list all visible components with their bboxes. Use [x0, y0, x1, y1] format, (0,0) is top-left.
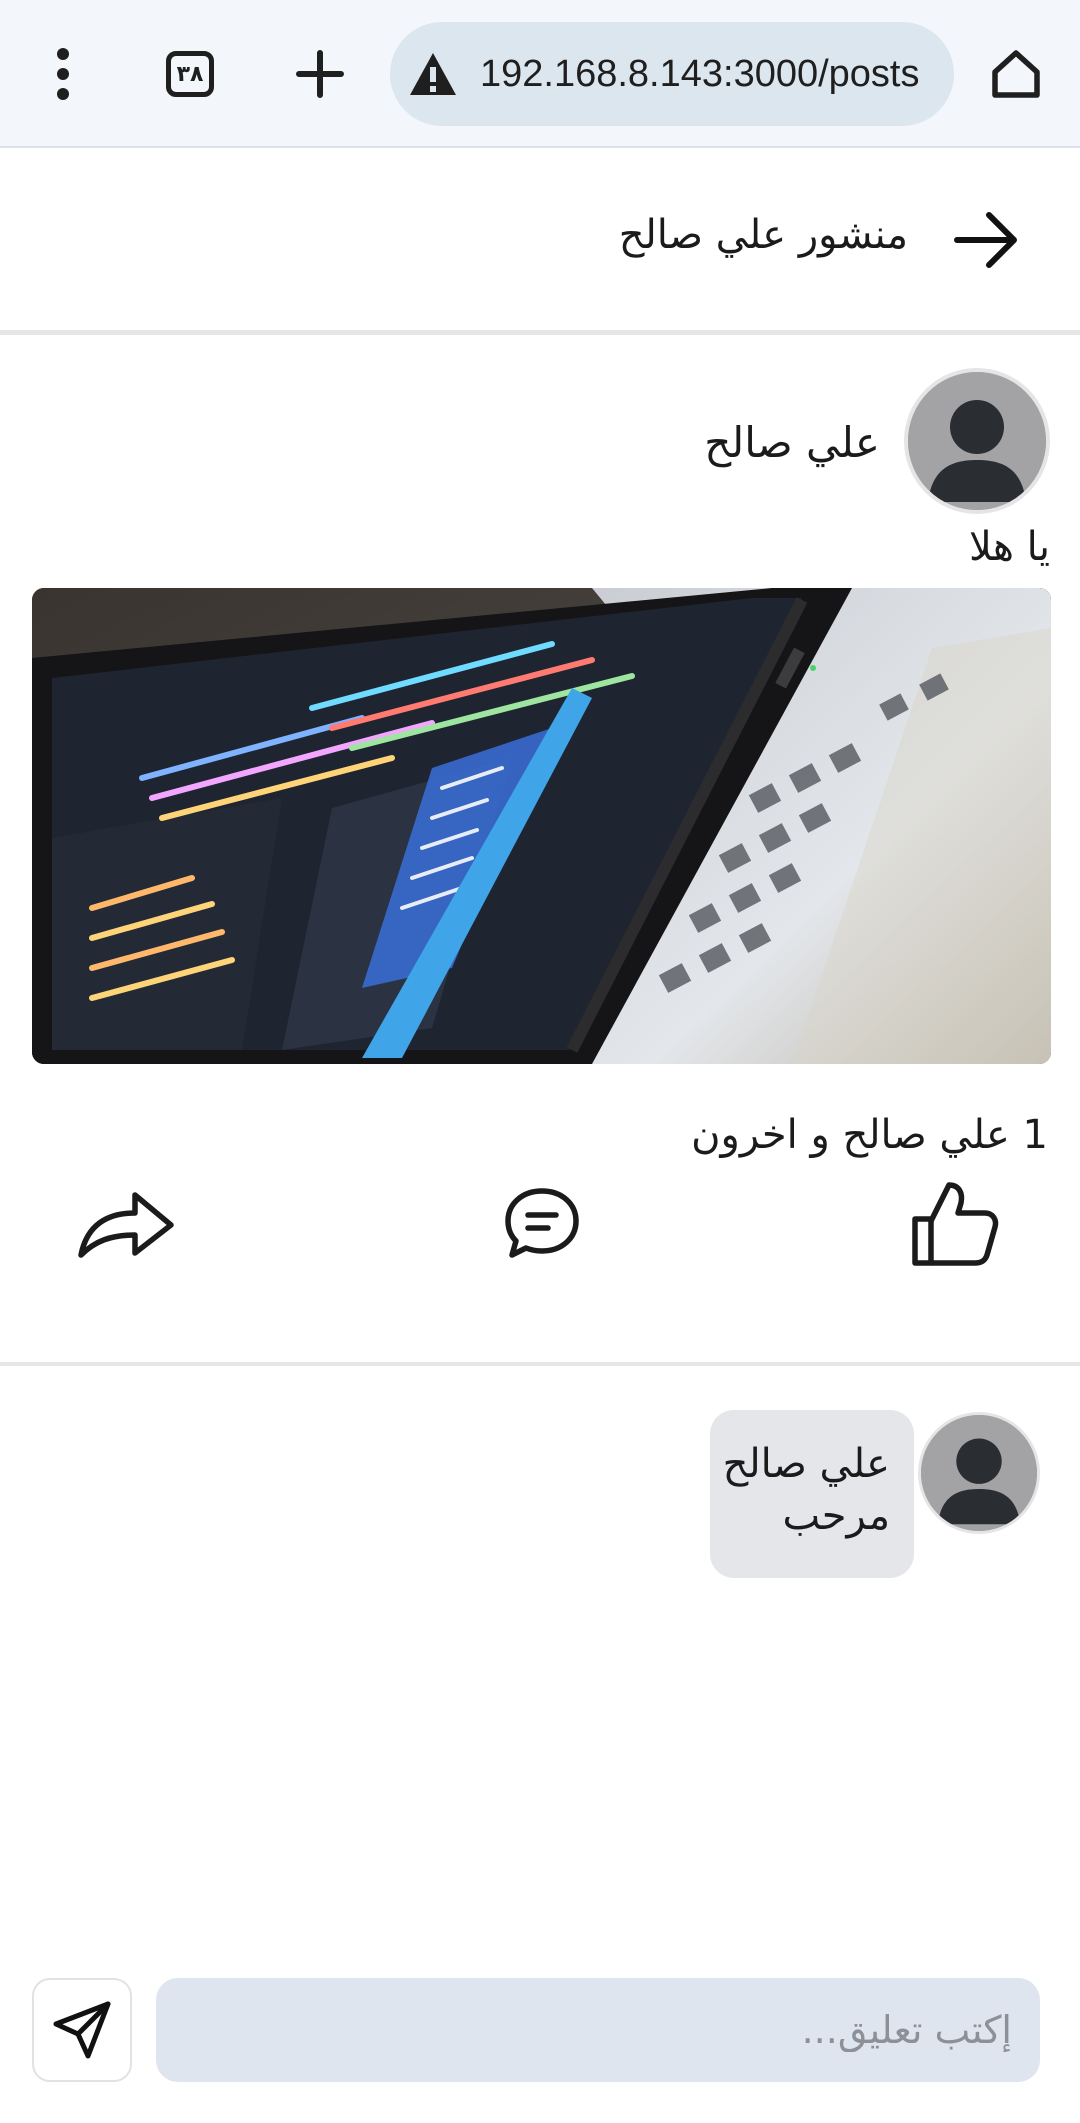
new-tab-button[interactable] — [280, 30, 360, 118]
share-button[interactable] — [72, 1168, 182, 1278]
share-icon — [78, 1192, 174, 1258]
page-header: منشور علي صالح — [0, 150, 1080, 330]
laptop-photo — [32, 588, 1051, 1064]
home-icon — [992, 50, 1040, 98]
user-avatar-icon — [908, 372, 1046, 510]
author-avatar[interactable] — [904, 368, 1050, 514]
browser-toolbar: ٣٨ 192.168.8.143:3000/posts — [0, 0, 1080, 148]
more-vert-icon — [57, 48, 69, 100]
comment-text: مرحب — [782, 1493, 891, 1539]
tab-switcher-button[interactable]: ٣٨ — [150, 30, 230, 118]
like-icon — [912, 1182, 999, 1266]
send-icon — [53, 2001, 111, 2059]
comment-avatar[interactable] — [918, 1412, 1040, 1534]
warning-icon[interactable] — [406, 47, 460, 101]
comment-author[interactable]: علي صالح — [710, 1438, 890, 1490]
back-button[interactable] — [948, 202, 1024, 278]
address-bar[interactable]: 192.168.8.143:3000/posts — [390, 22, 954, 126]
url-text: 192.168.8.143:3000/posts — [480, 52, 920, 95]
comment-icon — [505, 1188, 579, 1258]
likes-summary[interactable]: 1 علي صالح و اخرون — [691, 1112, 1048, 1158]
header-divider — [0, 330, 1080, 335]
post-divider — [0, 1362, 1080, 1366]
send-comment-button[interactable] — [32, 1978, 132, 2082]
comment-input[interactable] — [156, 1978, 1040, 2082]
arrow-right-icon — [954, 212, 1017, 268]
comment-button[interactable] — [487, 1168, 597, 1278]
post-author-name[interactable]: علي صالح — [704, 418, 880, 467]
home-button[interactable] — [976, 30, 1056, 118]
post-text: يا هلا — [969, 524, 1050, 570]
comment-bubble: علي صالح مرحب — [710, 1410, 914, 1578]
menu-button[interactable] — [30, 30, 96, 118]
user-avatar-icon — [921, 1415, 1037, 1531]
like-button[interactable] — [900, 1168, 1010, 1278]
page-title: منشور علي صالح — [618, 212, 908, 258]
post-image[interactable] — [32, 588, 1051, 1064]
tab-count: ٣٨ — [166, 51, 214, 97]
plus-icon — [296, 50, 344, 98]
